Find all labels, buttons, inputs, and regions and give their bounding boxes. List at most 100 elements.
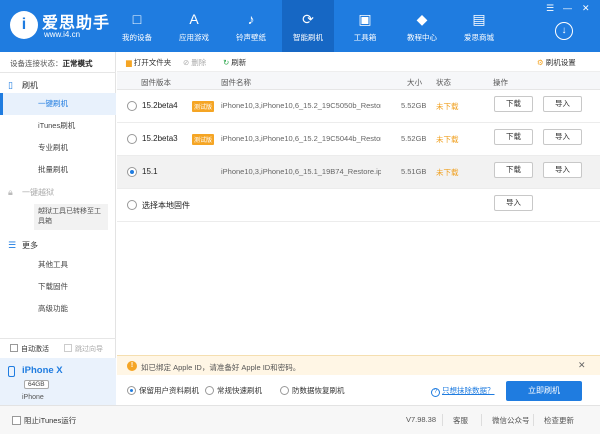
app-store-icon: A [189,11,199,27]
status-bar: 阻止iTunes运行 V7.98.38 客服 微信公众号 检查更新 [0,405,600,434]
radio-button [127,386,136,395]
open-folder-button[interactable]: ▆ 打开文件夹 [126,57,171,68]
warning-icon: ! [127,361,137,371]
block-itunes-checkbox[interactable]: 阻止iTunes运行 [12,415,76,426]
option-anti-recovery[interactable]: 防数据恢复刷机 [280,385,345,396]
menu-list-icon: ☰ [8,240,17,250]
app-header: i 爱思助手 www.i4.cn □ 我的设备 A 应用游戏 ♪ 铃声壁纸 ⟳ … [0,0,600,52]
import-button[interactable]: 导入 [543,96,582,112]
skip-guide-checkbox[interactable]: 跳过向导 [64,344,103,354]
close-icon[interactable]: ✕ [578,360,586,371]
refresh-button[interactable]: ↻ 刷新 [223,57,246,68]
divider [481,414,482,426]
minimize-icon[interactable]: — [563,3,572,13]
jailbreak-notice: 越狱工具已转移至工具箱 [34,204,108,230]
firmware-version: 15.1 [142,167,158,176]
firmware-status: 未下载 [436,102,459,111]
download-button[interactable]: 下载 [494,162,533,178]
firmware-name: iPhone10,3,iPhone10,6_15.1_19B74_Restore… [221,167,381,176]
column-header-size: 大小 [407,78,422,87]
table-row[interactable]: 15.1 iPhone10,3,iPhone10,6_15.1_19B74_Re… [117,156,600,189]
nav-ringtones[interactable]: ♪ 铃声壁纸 [225,0,277,52]
row-radio[interactable] [127,101,137,111]
sidebar-item-download-firmware[interactable]: 下载固件 [0,276,116,298]
toolbar: ▆ 打开文件夹 ⊘ 删除 ↻ 刷新 ⚙ 刷机设置 [117,52,600,72]
lock-icon: 🔒︎ [8,187,13,197]
sidebar-item-pro-flash[interactable]: 专业刷机 [0,137,116,159]
check-update-link[interactable]: 检查更新 [544,415,574,426]
import-button[interactable]: 导入 [543,129,582,145]
flash-now-button[interactable]: 立即刷机 [506,381,582,401]
sidebar: 设备连接状态：正常模式 ▯ 刷机 一键刷机 iTunes刷机 专业刷机 批量刷机… [0,52,116,434]
sidebar-group-more: ☰ 更多 [8,240,38,251]
sidebar-item-batch-flash[interactable]: 批量刷机 [0,159,116,181]
sidebar-item-itunes-flash[interactable]: iTunes刷机 [0,115,116,137]
refresh-icon: ↻ [223,58,230,67]
customer-service-link[interactable]: 客服 [453,415,468,426]
row-radio[interactable] [127,167,137,177]
iphone-icon [8,366,15,377]
delete-label: 删除 [191,58,207,67]
apple-id-alert: ! 如已绑定 Apple ID，请准备好 Apple ID和密码。 ✕ [117,355,600,375]
app-logo-icon: i [10,11,38,39]
import-local-button[interactable]: 导入 [494,195,533,211]
wechat-link[interactable]: 微信公众号 [492,415,530,426]
nav-label: 我的设备 [122,33,152,42]
flash-settings-label: 刷机设置 [545,58,576,67]
sidebar-item-one-click-flash[interactable]: 一键刷机 [0,93,116,115]
sidebar-item-advanced[interactable]: 高级功能 [0,298,116,320]
option-keep-data[interactable]: 保留用户资料刷机 [127,385,199,396]
nav-label: 应用游戏 [179,33,209,42]
row-radio[interactable] [127,200,137,210]
table-row[interactable]: 15.2beta3 测试版 iPhone10,3,iPhone10,6_15.2… [117,123,600,156]
divider [442,414,443,426]
firmware-version: 15.2beta4 [142,101,178,110]
nav-toolbox[interactable]: ▣ 工具箱 [339,0,391,52]
sidebar-group-jailbreak: 🔒︎ 一键越狱 [8,187,54,198]
sidebar-group-label: 刷机 [22,81,38,90]
auto-activate-label: 自动激活 [21,346,49,353]
table-row-local-firmware[interactable]: 选择本地固件 导入 [117,189,600,222]
nav-smart-flash[interactable]: ⟳ 智能刷机 [282,0,334,52]
connection-status-label: 设备连接状态： [10,59,63,68]
checkbox-box [64,344,72,352]
question-icon: ? [431,388,440,397]
gear-icon: ⚙ [537,58,544,67]
flash-settings-button[interactable]: ⚙ 刷机设置 [537,57,576,68]
open-folder-label: 打开文件夹 [133,58,172,67]
nav-store[interactable]: ▤ 爱思商城 [453,0,505,52]
phone-icon: □ [132,11,142,27]
nav-my-device[interactable]: □ 我的设备 [111,0,163,52]
table-header: 固件版本 固件名称 大小 状态 操作 [117,72,600,90]
refresh-label: 刷新 [231,58,247,67]
firmware-name: iPhone10,3,iPhone10,6_15.2_19C5044b_Rest… [221,134,381,143]
row-radio[interactable] [127,134,137,144]
refresh-box-icon: ⟳ [302,11,314,27]
option-quick-flash[interactable]: 常规快速刷机 [205,385,262,396]
app-version: V7.98.38 [406,415,437,424]
nav-label: 工具箱 [353,33,377,42]
option-label: 防数据恢复刷机 [292,386,345,395]
delete-button[interactable]: ⊘ 删除 [183,57,206,68]
download-button[interactable]: 下载 [494,129,533,145]
download-button[interactable]: 下载 [494,96,533,112]
firmware-name: iPhone10,3,iPhone10,6_15.2_19C5050b_Rest… [221,101,381,110]
connection-status-value: 正常模式 [62,59,93,68]
download-icon[interactable]: ↓ [555,22,573,40]
beta-badge: 测试版 [192,134,215,145]
divider [0,72,116,73]
nav-tutorials[interactable]: ◆ 教程中心 [396,0,448,52]
menu-icon[interactable]: ☰ [546,3,554,14]
table-row[interactable]: 15.2beta4 测试版 iPhone10,3,iPhone10,6_15.2… [117,90,600,123]
close-icon[interactable]: ✕ [582,3,590,14]
option-label: 保留用户资料刷机 [139,386,199,395]
sidebar-item-other-tools[interactable]: 其他工具 [0,254,116,276]
import-button[interactable]: 导入 [543,162,582,178]
nav-apps[interactable]: A 应用游戏 [168,0,220,52]
auto-activate-checkbox[interactable]: 自动激活 [10,344,49,354]
firmware-status: 未下载 [436,135,459,144]
connection-status: 设备连接状态：正常模式 [10,58,93,69]
erase-data-link[interactable]: ? 只想抹除数据？ [431,385,495,397]
device-capacity: 64GB [24,380,49,389]
skip-guide-label: 跳过向导 [75,346,103,353]
